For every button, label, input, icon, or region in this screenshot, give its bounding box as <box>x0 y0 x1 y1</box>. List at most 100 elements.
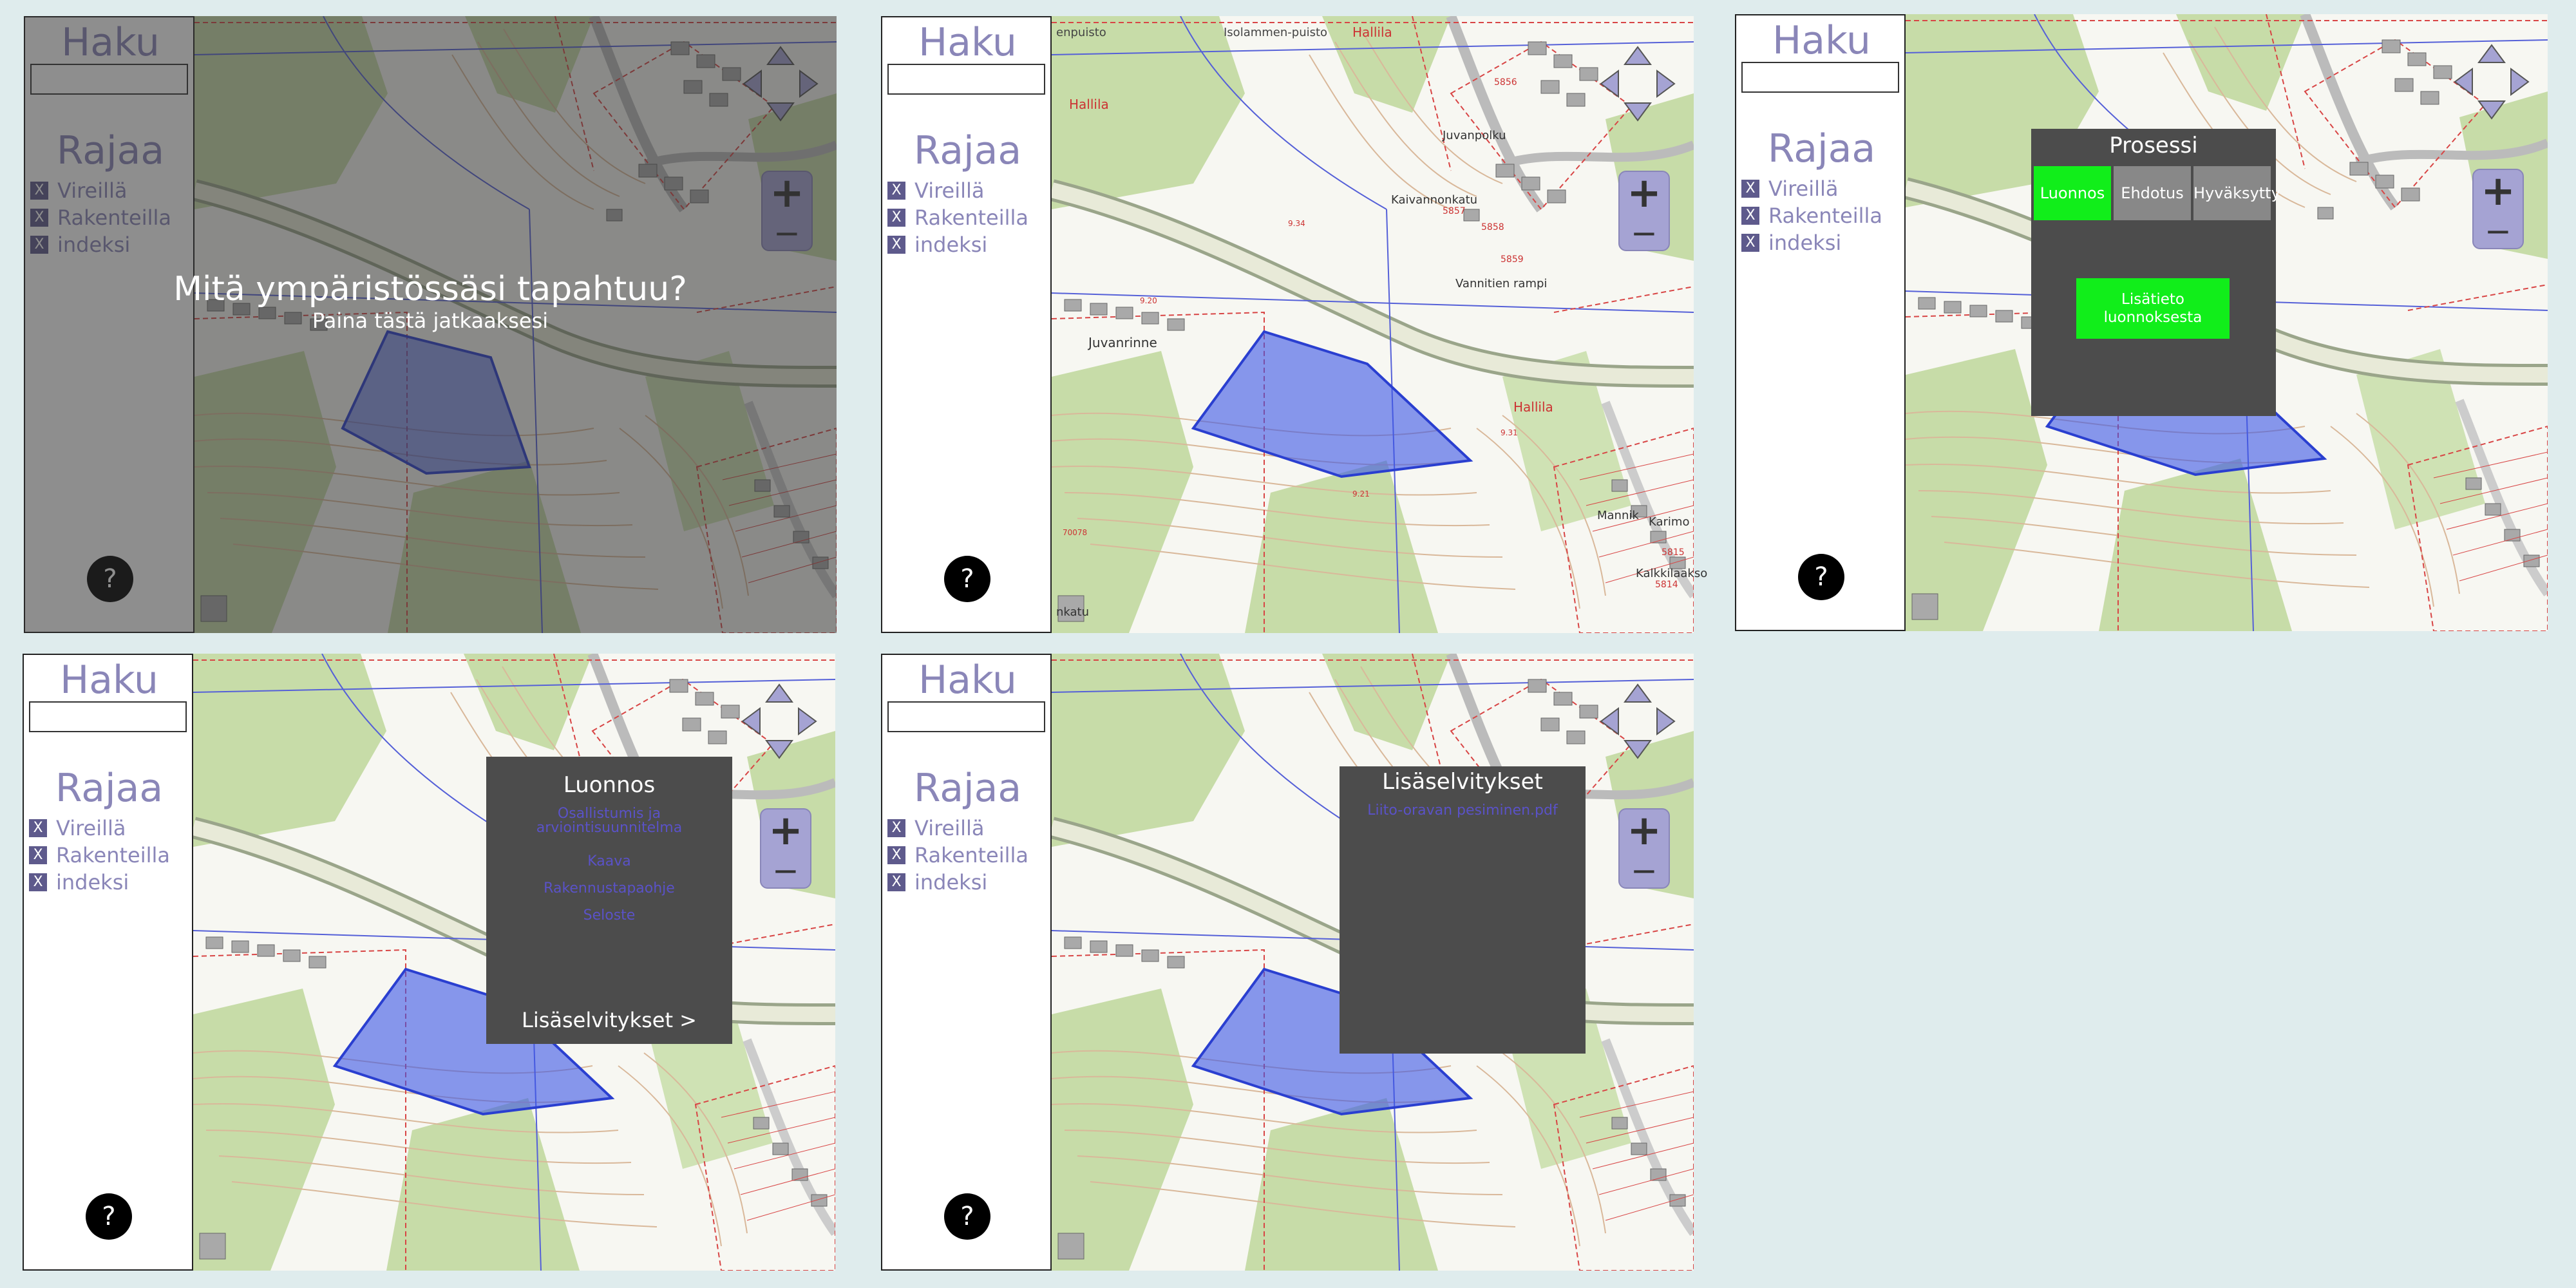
process-title: Prosessi <box>2109 133 2198 158</box>
checkbox[interactable]: X <box>887 209 905 227</box>
zoom-out-button[interactable]: − <box>761 852 810 889</box>
frame-surveys: Haku Rajaa X Vireillä X Rakenteilla Xindek… <box>881 654 1694 1271</box>
map-label: Juvanpolku <box>1443 129 1506 142</box>
checkbox[interactable]: X <box>887 236 905 254</box>
filter-rakenteilla[interactable]: X Rakenteilla <box>887 843 1028 867</box>
search-title: Haku <box>918 658 1017 703</box>
map-number: 5859 <box>1501 254 1524 265</box>
filter-label: Vireillä <box>914 178 985 203</box>
map-number: 5814 <box>1655 580 1678 590</box>
surveys-title: Lisäselvitykset <box>1382 769 1543 795</box>
checkbox[interactable]: X <box>29 819 47 837</box>
filter-title: Rajaa <box>913 128 1022 173</box>
more-surveys-link[interactable]: Lisäselvitykset > <box>486 1008 732 1032</box>
document-link[interactable]: Rakennustapaohje <box>486 882 732 896</box>
checkbox[interactable]: X <box>29 873 47 891</box>
filter-rakenteilla[interactable]: X Rakenteilla <box>887 205 1028 230</box>
map-number: 9.21 <box>1352 489 1370 498</box>
pan-arrows-icon[interactable] <box>737 679 821 763</box>
pan-arrows-icon[interactable] <box>1596 42 1680 126</box>
sidebar: Haku Rajaa X Vireillä X Rakenteilla Xindek… <box>881 654 1052 1271</box>
checkbox[interactable]: X <box>887 873 905 891</box>
frame-process: Haku Rajaa X Vireillä X Rakenteilla Xindek… <box>1735 14 2548 631</box>
checkbox[interactable]: X <box>887 819 905 837</box>
draft-info-button[interactable]: Lisätieto luonnoksesta <box>2076 278 2230 339</box>
search-input[interactable] <box>887 64 1045 95</box>
frame-draft: Haku Rajaa X Vireillä X Rakenteilla Xindek… <box>23 654 835 1271</box>
map-label: Isolammen-puisto <box>1224 26 1328 39</box>
map-label: Hallila <box>1352 24 1392 40</box>
checkbox[interactable]: X <box>887 182 905 200</box>
zoom-control[interactable]: + − <box>2472 167 2524 250</box>
help-button[interactable]: ? <box>86 1193 132 1240</box>
search-input[interactable] <box>29 701 187 732</box>
zoom-out-button[interactable]: − <box>1620 852 1669 889</box>
map-label: enpuisto <box>1056 26 1106 39</box>
pan-arrows-icon[interactable] <box>2450 40 2533 124</box>
surveys-popup: Lisäselvitykset Liito-oravan pesiminen.p… <box>1340 766 1586 1054</box>
zoom-in-button[interactable]: + <box>2474 167 2523 215</box>
filter-label: Rakenteilla <box>914 205 1029 230</box>
filter-label: indeksi <box>914 232 988 257</box>
checkbox[interactable]: X <box>29 846 47 864</box>
map-label: Mannik <box>1597 509 1639 522</box>
filter-vireilla[interactable]: X Vireillä <box>1741 176 1839 201</box>
map-label: Karimo <box>1649 515 1690 529</box>
map-number: 9.34 <box>1288 219 1305 228</box>
map-label: Kalkkilaakso <box>1636 567 1708 580</box>
checkbox[interactable]: X <box>1741 180 1759 198</box>
map-label: Juvanrinne <box>1088 335 1157 350</box>
map-number: 70078 <box>1063 528 1088 537</box>
filter-label: indeksi <box>914 870 988 895</box>
intro-overlay[interactable]: Mitä ympäristössäsi tapahtuu? Paina täst… <box>24 16 837 633</box>
filter-vireilla[interactable]: X Vireillä <box>29 816 126 840</box>
filter-label: Rakenteilla <box>914 843 1029 867</box>
filter-label: Rakenteilla <box>56 843 171 867</box>
zoom-in-button[interactable]: + <box>761 807 810 855</box>
filter-label: Vireillä <box>56 816 126 840</box>
map-label: Vannitien rampi <box>1455 277 1548 290</box>
document-link[interactable]: Liito-oravan pesiminen.pdf <box>1340 804 1586 818</box>
draft-popup: Luonnos Osallistumis ja arviointisuunnit… <box>486 757 732 1044</box>
filter-indeksi[interactable]: Xindeksi <box>887 870 987 895</box>
filter-rakenteilla[interactable]: X Rakenteilla <box>29 843 170 867</box>
filter-vireilla[interactable]: X Vireillä <box>887 816 985 840</box>
filter-label: indeksi <box>1768 231 1842 255</box>
checkbox[interactable]: X <box>1741 234 1759 252</box>
tab-ehdotus[interactable]: Ehdotus <box>2114 166 2191 220</box>
zoom-control[interactable]: + − <box>1618 169 1670 252</box>
frame-map: Haku Rajaa X Vireillä X Rakenteilla Xindek… <box>881 16 1694 633</box>
tab-luonnos[interactable]: Luonnos <box>2034 166 2111 220</box>
filter-label: indeksi <box>56 870 129 895</box>
zoom-control[interactable]: + − <box>1618 807 1670 889</box>
intro-subtitle[interactable]: Paina tästä jatkaaksesi <box>24 308 837 333</box>
zoom-in-button[interactable]: + <box>1620 807 1669 855</box>
pan-arrows-icon[interactable] <box>1596 679 1680 763</box>
document-link[interactable]: Seloste <box>486 909 732 923</box>
map-label: nkatu <box>1056 605 1090 619</box>
search-input[interactable] <box>1741 62 1899 93</box>
zoom-out-button[interactable]: − <box>2474 213 2523 250</box>
zoom-out-button[interactable]: − <box>1620 214 1669 252</box>
checkbox[interactable]: X <box>1741 207 1759 225</box>
help-button[interactable]: ? <box>944 1193 990 1240</box>
document-link[interactable]: Osallistumis ja arviointisuunnitelma <box>486 807 732 835</box>
sidebar: Haku Rajaa X Vireillä X Rakenteilla Xindek… <box>1735 14 1906 631</box>
sidebar: Haku Rajaa X Vireillä X Rakenteilla Xindek… <box>23 654 193 1271</box>
help-button[interactable]: ? <box>1798 554 1844 600</box>
checkbox[interactable]: X <box>887 846 905 864</box>
tab-hyvaksytty[interactable]: Hyväksytty <box>2193 166 2280 220</box>
map-number: 9.31 <box>1501 428 1518 437</box>
filter-rakenteilla[interactable]: X Rakenteilla <box>1741 204 1882 228</box>
filter-label: Rakenteilla <box>1768 204 1883 228</box>
filter-indeksi[interactable]: Xindeksi <box>29 870 129 895</box>
filter-vireilla[interactable]: X Vireillä <box>887 178 985 203</box>
document-link[interactable]: Kaava <box>486 855 732 869</box>
help-button[interactable]: ? <box>944 556 990 602</box>
filter-indeksi[interactable]: Xindeksi <box>1741 231 1841 255</box>
zoom-in-button[interactable]: + <box>1620 169 1669 217</box>
process-popup: Prosessi Luonnos Ehdotus Hyväksytty Lisä… <box>2031 129 2280 416</box>
filter-indeksi[interactable]: Xindeksi <box>887 232 987 257</box>
search-input[interactable] <box>887 701 1045 732</box>
zoom-control[interactable]: + − <box>760 807 811 889</box>
